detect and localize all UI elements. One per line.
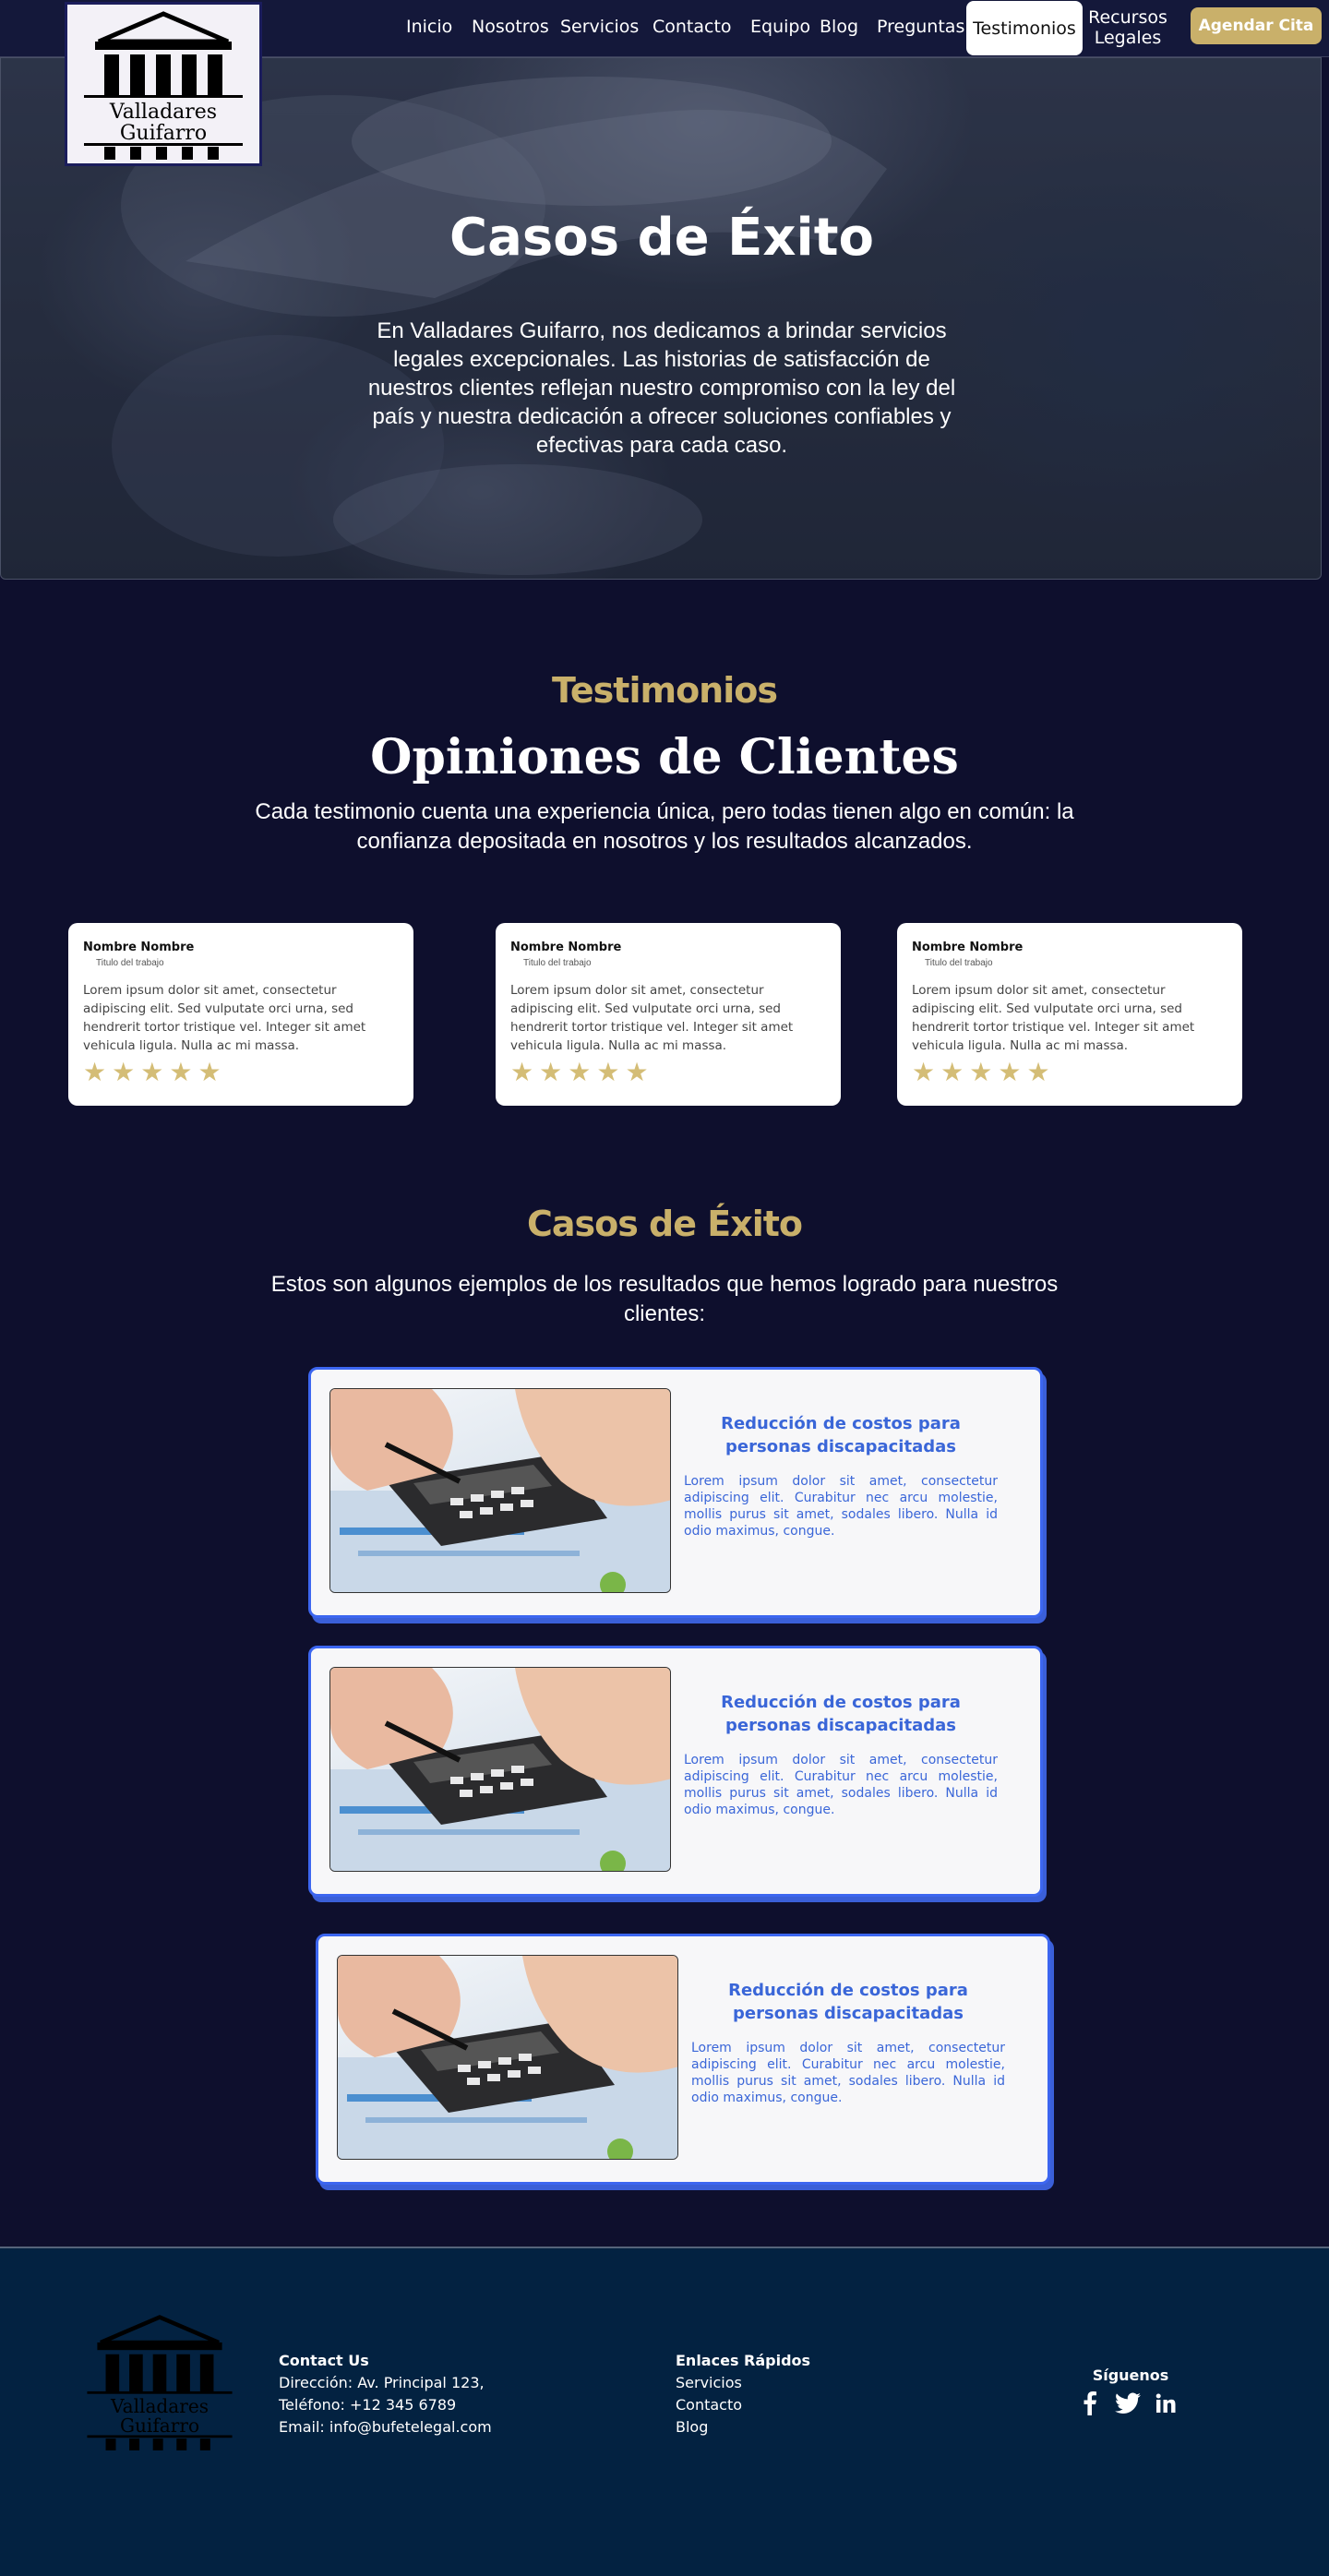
star-icon: ★ [198, 1058, 222, 1086]
nav-link-nosotros[interactable]: Nosotros [472, 17, 549, 37]
footer-logo-line2: Guifarro [120, 2414, 199, 2437]
calculator-image [338, 1956, 677, 2159]
testimonial-name: Nombre Nombre [83, 941, 195, 954]
testimonial-role: Titulo del trabajo [96, 958, 164, 968]
rating-stars: ★ ★ ★ ★ ★ [83, 1059, 399, 1086]
twitter-icon[interactable] [1115, 2392, 1141, 2414]
testimonial-role: Titulo del trabajo [925, 958, 993, 968]
cases-title: Casos de Éxito [526, 1204, 803, 1244]
star-icon: ★ [1026, 1058, 1050, 1086]
nav-link-equipo[interactable]: Equipo [750, 17, 810, 37]
nav-link-servicios[interactable]: Servicios [560, 17, 639, 37]
facebook-icon[interactable] [1080, 2391, 1100, 2415]
nav-recursos-line1: Recursos [1088, 7, 1167, 28]
footer-social-heading: Síguenos [1092, 2366, 1169, 2384]
logo-line2: Guifarro [120, 122, 207, 145]
rating-stars: ★ ★ ★ ★ ★ [912, 1059, 1227, 1086]
case-card[interactable]: Reducción de costos para personas discap… [308, 1367, 1043, 1618]
star-icon: ★ [539, 1058, 563, 1086]
temple-logo-icon: Valladares Guifarro [87, 2315, 233, 2450]
cases-lead: Estos son algunos ejemplos de los result… [270, 1272, 1059, 1326]
star-icon: ★ [510, 1058, 534, 1086]
nav-link-contacto[interactable]: Contacto [653, 17, 732, 37]
footer-logo[interactable]: Valladares Guifarro [72, 2307, 247, 2460]
star-icon: ★ [998, 1058, 1022, 1086]
case-text: Lorem ipsum dolor sit amet, consectetur … [691, 2041, 1005, 2105]
footer-phone: Teléfono: +12 345 6789 [279, 2396, 457, 2414]
star-icon: ★ [969, 1058, 993, 1086]
nav-link-recursos-legales[interactable]: Recursos Legales [1084, 7, 1171, 48]
star-icon: ★ [140, 1058, 164, 1086]
nav-link-inicio[interactable]: Inicio [406, 17, 452, 37]
linkedin-icon[interactable] [1155, 2393, 1176, 2414]
logo-line1: Valladares [109, 101, 217, 124]
testimonials-eyebrow: Testimonios [552, 670, 778, 711]
star-icon: ★ [596, 1058, 620, 1086]
case-text: Lorem ipsum dolor sit amet, consectetur … [684, 1474, 998, 1539]
testimonial-card: Nombre Nombre Titulo del trabajo Lorem i… [897, 923, 1242, 1106]
case-card[interactable]: Reducción de costos para personas discap… [308, 1646, 1043, 1897]
case-text: Lorem ipsum dolor sit amet, consectetur … [684, 1753, 998, 1817]
footer-address: Dirección: Av. Principal 123, [279, 2374, 485, 2391]
star-icon: ★ [568, 1058, 592, 1086]
nav-recursos-line2: Legales [1094, 28, 1162, 48]
case-title: Reducción de costos para personas discap… [721, 1693, 961, 1735]
footer-email[interactable]: Email: info@bufetelegal.com [279, 2416, 492, 2438]
hero-title: Casos de Éxito [449, 208, 874, 268]
testimonial-card: Nombre Nombre Titulo del trabajo Lorem i… [68, 923, 413, 1106]
testimonials-lead: Cada testimonio cuenta una experiencia ú… [255, 799, 1074, 854]
temple-logo-icon: Valladares Guifarro [84, 11, 243, 160]
case-image [329, 1388, 671, 1593]
hero-description: En Valladares Guifarro, nos dedicamos a … [367, 318, 956, 458]
star-icon: ★ [940, 1058, 964, 1086]
case-card[interactable]: Reducción de costos para personas discap… [316, 1934, 1050, 2185]
case-image [329, 1667, 671, 1872]
case-image [337, 1955, 678, 2160]
testimonial-role: Titulo del trabajo [523, 958, 592, 968]
testimonial-text: Lorem ipsum dolor sit amet, consectetur … [912, 983, 1195, 1053]
star-icon: ★ [112, 1058, 136, 1086]
star-icon: ★ [83, 1058, 107, 1086]
case-title: Reducción de costos para personas discap… [728, 1981, 968, 2023]
nav-link-testimonios[interactable]: Testimonios [966, 1, 1083, 55]
testimonial-text: Lorem ipsum dolor sit amet, consectetur … [510, 983, 794, 1053]
calculator-image [330, 1389, 670, 1592]
footer-link-contacto[interactable]: Contacto [676, 2394, 742, 2416]
calculator-image [330, 1668, 670, 1871]
footer-links-heading: Enlaces Rápidos [676, 2352, 811, 2369]
social-icons [1080, 2391, 1176, 2415]
testimonial-name: Nombre Nombre [912, 941, 1024, 954]
footer: Valladares Guifarro Contact Us Dirección… [0, 2248, 1329, 2576]
star-icon: ★ [912, 1058, 936, 1086]
footer-link-blog[interactable]: Blog [676, 2416, 708, 2438]
testimonial-text: Lorem ipsum dolor sit amet, consectetur … [83, 983, 366, 1053]
star-icon: ★ [625, 1058, 649, 1086]
testimonial-card: Nombre Nombre Titulo del trabajo Lorem i… [496, 923, 841, 1106]
brand-logo[interactable]: Valladares Guifarro [65, 2, 262, 166]
testimonial-name: Nombre Nombre [510, 941, 622, 954]
testimonials-title: Opiniones de Clientes [370, 729, 959, 785]
footer-link-servicios[interactable]: Servicios [676, 2372, 742, 2394]
footer-contact-heading: Contact Us [279, 2352, 369, 2369]
nav-link-preguntas[interactable]: Preguntas [877, 17, 964, 37]
agendar-cita-button[interactable]: Agendar Cita [1191, 7, 1322, 44]
star-icon: ★ [169, 1058, 193, 1086]
case-title: Reducción de costos para personas discap… [721, 1414, 961, 1456]
nav-link-blog[interactable]: Blog [820, 17, 858, 37]
rating-stars: ★ ★ ★ ★ ★ [510, 1059, 826, 1086]
